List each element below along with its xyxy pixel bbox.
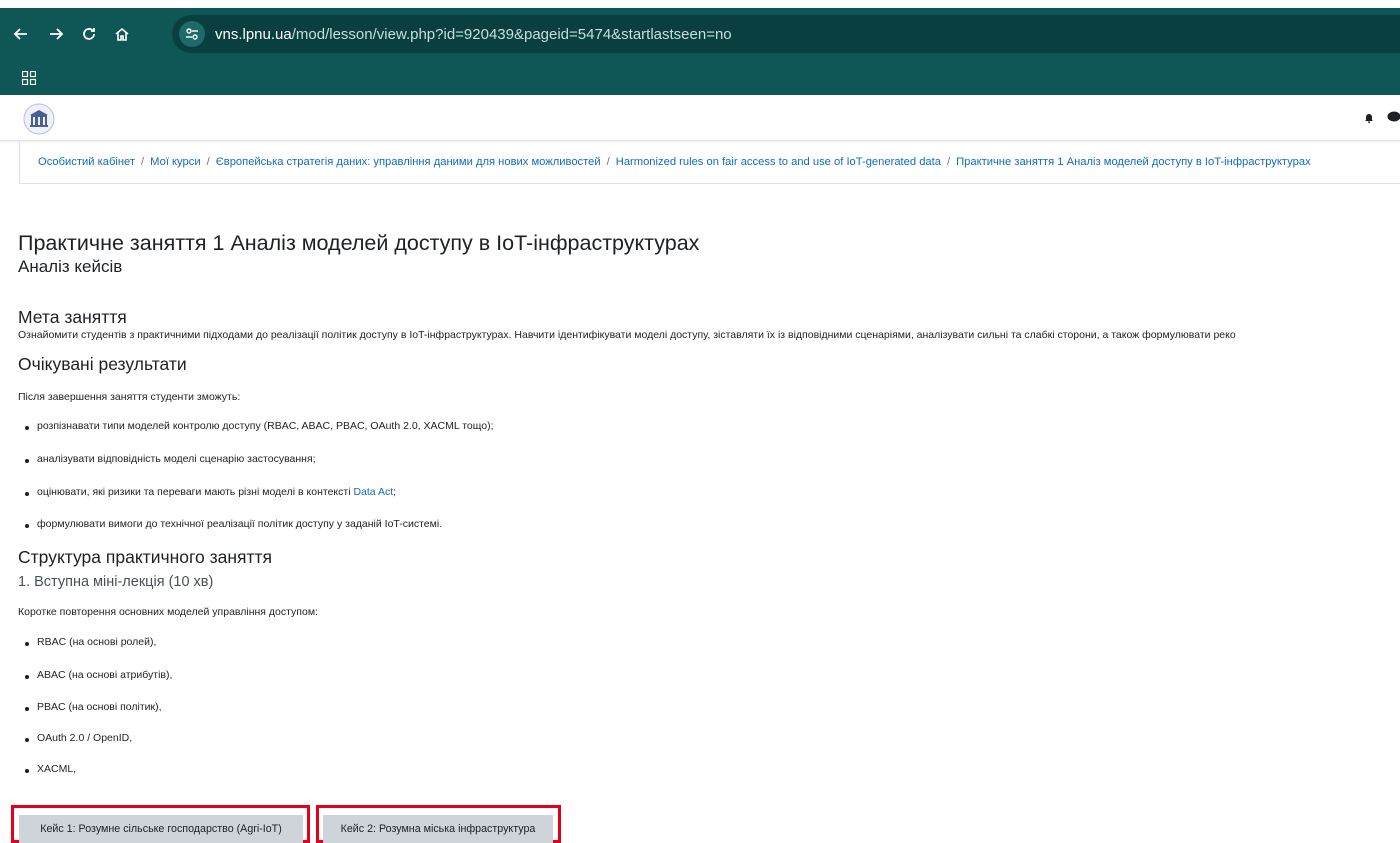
data-act-link[interactable]: Data Act xyxy=(353,486,393,498)
back-arrow-icon xyxy=(13,26,29,42)
list-item-text: XACML, xyxy=(37,763,76,775)
list-item: PBAC (на основі політик), xyxy=(18,701,162,713)
site-info-button[interactable] xyxy=(179,21,205,47)
window-top-edge xyxy=(0,0,1400,8)
breadcrumb-item-lesson[interactable]: Практичне заняття 1 Аналіз моделей досту… xyxy=(956,156,1311,168)
breadcrumb-separator: / xyxy=(601,156,616,168)
forward-arrow-icon xyxy=(48,26,64,42)
back-button[interactable] xyxy=(6,19,36,49)
list-item: OAuth 2.0 / OpenID, xyxy=(18,732,132,744)
intro-text: Коротке повторення основних моделей упра… xyxy=(18,606,318,618)
list-item-text: формулювати вимоги до технічної реалізац… xyxy=(37,518,442,530)
breadcrumb-item-my-courses[interactable]: Мої курси xyxy=(150,156,200,168)
breadcrumb-item-course[interactable]: Європейська стратегія даних: управління … xyxy=(216,156,601,168)
case1-button[interactable]: Кейс 1: Розумне сільське господарство (A… xyxy=(19,815,303,843)
site-navbar xyxy=(0,95,1400,141)
case2-button[interactable]: Кейс 2: Розумна міська інфраструктура xyxy=(323,815,553,843)
breadcrumb: Особистий кабінет / Мої курси / Європейс… xyxy=(19,140,1400,184)
structure-heading: Структура практичного заняття xyxy=(18,547,272,568)
list-item-suffix: ; xyxy=(393,486,396,498)
home-button[interactable] xyxy=(107,19,137,49)
breadcrumb-separator: / xyxy=(941,156,956,168)
list-item-text: PBAC (на основі політик), xyxy=(37,701,162,713)
tune-icon xyxy=(185,27,199,41)
home-icon xyxy=(114,26,130,42)
university-logo[interactable] xyxy=(23,103,55,135)
list-item-text: ABAC (на основі атрибутів), xyxy=(37,669,172,681)
messages-chat-icon[interactable] xyxy=(1387,111,1400,123)
list-item: XACML, xyxy=(18,763,76,775)
list-item-text: розпізнавати типи моделей контролю досту… xyxy=(37,420,494,432)
list-item: RBAC (на основі ролей), xyxy=(18,636,156,648)
notifications-bell-icon[interactable] xyxy=(1364,113,1374,123)
breadcrumb-item-section[interactable]: Harmonized rules on fair access to and u… xyxy=(616,156,941,168)
list-item: розпізнавати типи моделей контролю досту… xyxy=(18,420,494,432)
breadcrumb-item-dashboard[interactable]: Особистий кабінет xyxy=(38,156,135,168)
list-item-text: RBAC (на основі ролей), xyxy=(37,636,156,648)
list-item-text: OAuth 2.0 / OpenID, xyxy=(37,732,132,744)
intro-heading: 1. Вступна міні-лекція (10 хв) xyxy=(18,574,213,590)
forward-button[interactable] xyxy=(41,19,71,49)
reload-icon xyxy=(81,26,97,42)
goal-heading: Мета заняття xyxy=(18,307,127,328)
address-bar[interactable]: vns.lpnu.ua/mod/lesson/view.php?id=92043… xyxy=(172,15,1400,53)
results-intro: Після завершення заняття студенти зможут… xyxy=(18,391,240,403)
results-heading: Очікувані результати xyxy=(18,354,187,375)
url-text: vns.lpnu.ua/mod/lesson/view.php?id=92043… xyxy=(215,26,732,43)
list-item-text: оцінювати, які ризики та переваги мають … xyxy=(37,486,353,498)
list-item: оцінювати, які ризики та переваги мають … xyxy=(18,486,396,498)
list-item-text: аналізувати відповідність моделі сценарі… xyxy=(37,453,316,465)
url-host: vns.lpnu.ua xyxy=(215,26,292,43)
url-path: /mod/lesson/view.php?id=920439&pageid=54… xyxy=(292,26,732,43)
breadcrumb-separator: / xyxy=(201,156,216,168)
reload-button[interactable] xyxy=(74,19,104,49)
bookmarks-bar xyxy=(0,61,1400,95)
list-item: формулювати вимоги до технічної реалізац… xyxy=(18,518,442,530)
list-item: ABAC (на основі атрибутів), xyxy=(18,669,172,681)
lesson-page-subtitle: Аналіз кейсів xyxy=(18,257,122,277)
breadcrumb-separator: / xyxy=(135,156,150,168)
browser-toolbar: vns.lpnu.ua/mod/lesson/view.php?id=92043… xyxy=(0,8,1400,61)
list-item: аналізувати відповідність моделі сценарі… xyxy=(18,453,316,465)
apps-grid-icon[interactable] xyxy=(22,71,36,85)
goal-text: Ознайомити студентів з практичними підхо… xyxy=(18,329,1236,341)
page-title: Практичне заняття 1 Аналіз моделей досту… xyxy=(18,231,699,256)
